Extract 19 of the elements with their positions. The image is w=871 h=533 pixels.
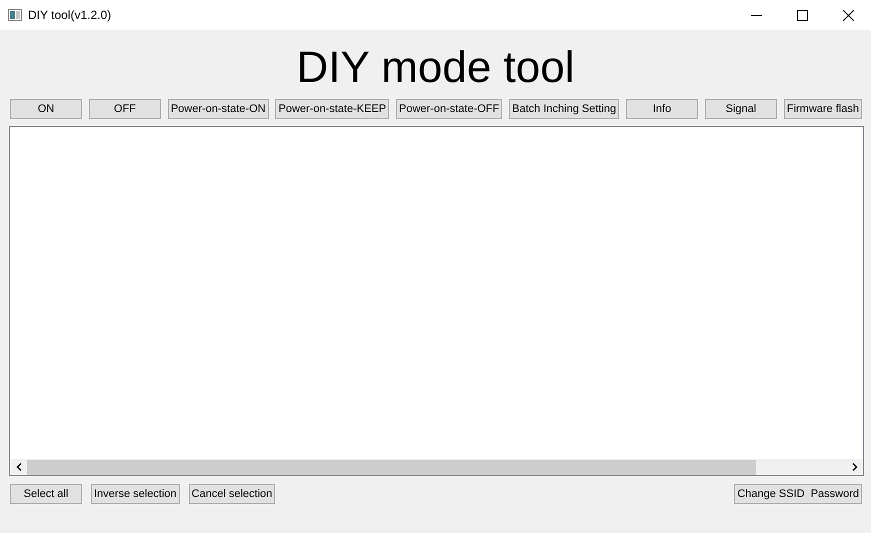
toolbar-button[interactable]: Power-on-state-ON — [168, 99, 269, 119]
toolbar-button[interactable]: Firmware flash — [784, 99, 862, 119]
horizontal-scrollbar[interactable] — [10, 459, 863, 475]
selection-button[interactable]: Inverse selection — [91, 484, 180, 504]
toolbar-button[interactable]: ON — [10, 99, 82, 119]
maximize-icon — [796, 10, 808, 20]
toolbar-button[interactable]: Batch Inching Setting — [509, 99, 620, 119]
window-title: DIY tool(v1.2.0) — [28, 8, 112, 22]
selection-button[interactable]: Select all — [10, 484, 82, 504]
toolbar-button[interactable]: Power-on-state-KEEP — [275, 99, 390, 119]
app-icon — [8, 9, 22, 21]
toolbar-button[interactable]: Power-on-state-OFF — [396, 99, 502, 119]
page-heading: DIY mode tool — [296, 42, 574, 94]
change-ssid-button[interactable]: Change SSID Password — [734, 484, 862, 504]
toolbar-button[interactable]: Info — [626, 99, 698, 119]
selection-button[interactable]: Cancel selection — [188, 484, 276, 504]
toolbar-button[interactable]: OFF — [88, 99, 161, 119]
toolbar-button[interactable]: Signal — [704, 99, 777, 119]
close-icon — [842, 10, 854, 20]
